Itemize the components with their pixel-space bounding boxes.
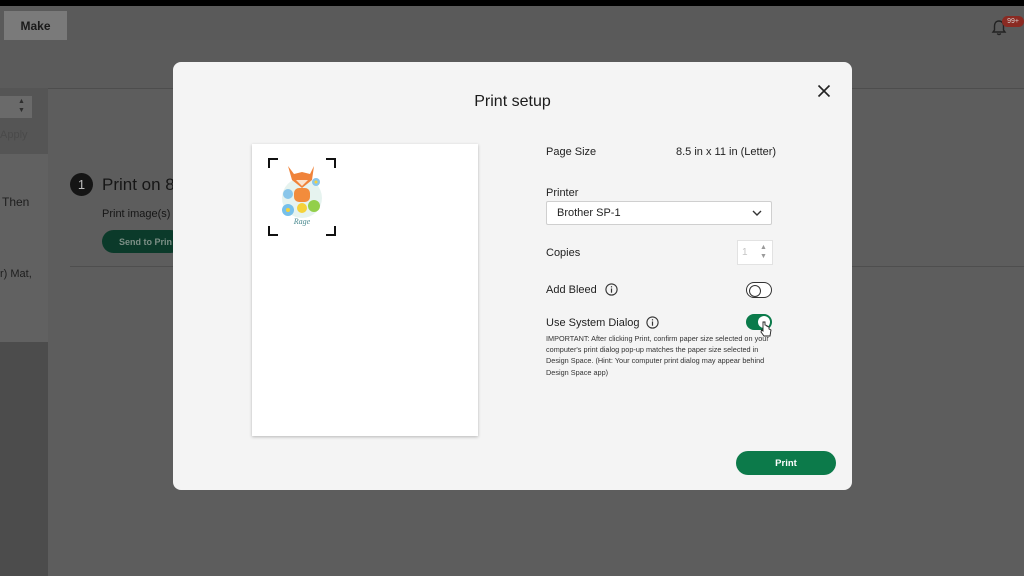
printer-select[interactable]: Brother SP-1 [546, 201, 772, 225]
page-preview: Rage [252, 144, 478, 436]
page-size-label: Page Size [546, 146, 597, 158]
system-dialog-label: Use System Dialog [546, 317, 640, 329]
left-stepper[interactable] [0, 96, 32, 118]
important-note: IMPORTANT: After clicking Print, confirm… [546, 334, 769, 377]
add-bleed-toggle[interactable] [746, 282, 772, 298]
chevron-down-icon [752, 210, 762, 216]
stepper-arrows-icon[interactable]: ▲ ▼ [760, 243, 767, 261]
print-setup-dialog: Print setup Rage Page Size 8.5 in x 11 i… [173, 62, 852, 490]
dialog-title: Print setup [474, 93, 551, 110]
page-size-value: 8.5 in x 11 in (Letter) [676, 146, 777, 158]
info-icon[interactable] [605, 283, 618, 296]
make-tab[interactable]: Make [4, 11, 67, 41]
print-image-preview: Rage [268, 158, 336, 236]
stepper-arrows-icon[interactable]: ▲ ▼ [18, 97, 25, 115]
send-to-printer-button[interactable]: Send to Prin [102, 230, 182, 253]
notification-badge: 99+ [1002, 16, 1024, 27]
close-icon [817, 84, 831, 98]
close-button[interactable] [813, 80, 835, 102]
print-button[interactable]: Print [736, 451, 836, 475]
info-icon[interactable] [646, 316, 659, 329]
step-number: 1 [70, 173, 93, 196]
step-title: Print on 8 [102, 175, 175, 194]
app-header: Make 99+ [0, 6, 1024, 41]
copies-label: Copies [546, 247, 581, 259]
copies-value: 1 [742, 247, 748, 258]
toggle-knob [748, 284, 761, 297]
left-text-then: Then [2, 195, 30, 209]
preview-art-text: Rage [293, 217, 311, 226]
left-panel-bottom [0, 342, 48, 576]
printer-label: Printer [546, 187, 579, 199]
printer-selected-value: Brother SP-1 [557, 207, 621, 219]
apply-link[interactable]: Apply [0, 129, 28, 141]
add-bleed-label: Add Bleed [546, 284, 597, 296]
step-subtitle: Print image(s) [102, 208, 171, 220]
copies-stepper[interactable]: 1 ▲ ▼ [737, 240, 773, 265]
left-text-mat: r) Mat, [0, 268, 32, 280]
